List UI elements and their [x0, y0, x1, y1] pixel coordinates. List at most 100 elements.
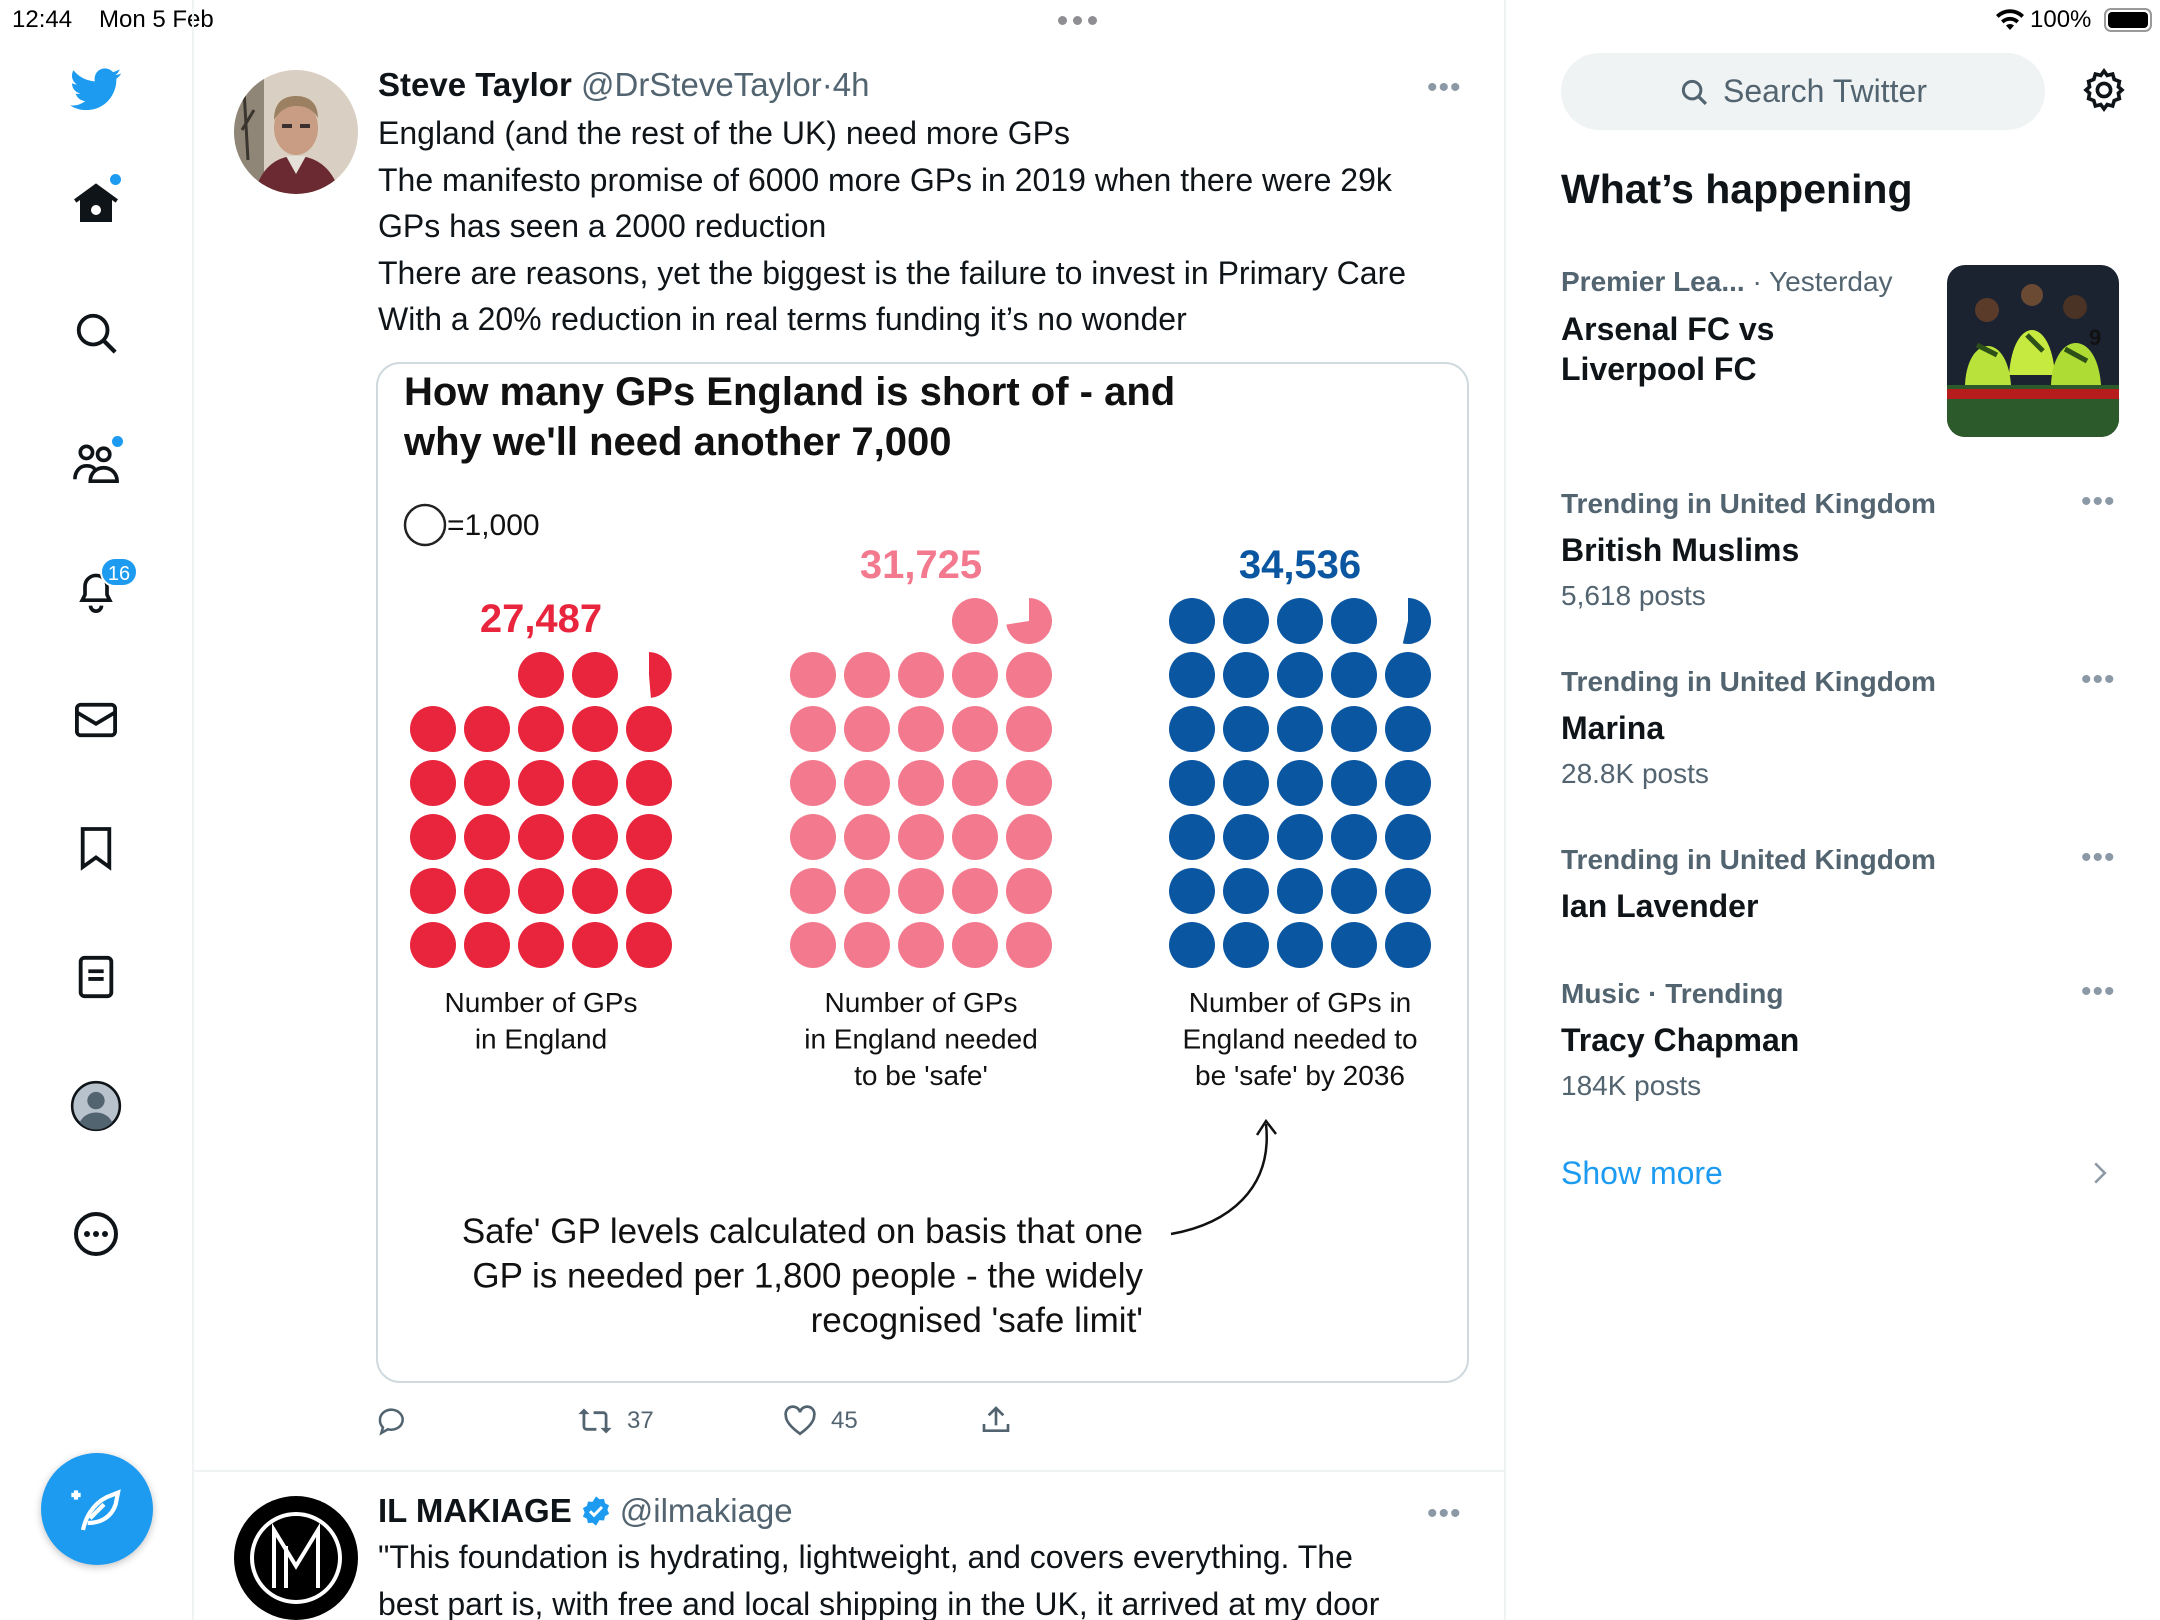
pictogram-dot	[1331, 814, 1377, 860]
pictogram-dot	[572, 868, 618, 914]
author-handle[interactable]: @DrSteveTaylor	[581, 66, 822, 103]
search-icon	[76, 313, 117, 354]
pictogram-dot	[1277, 922, 1323, 968]
pictogram-dot	[898, 922, 944, 968]
nav-profile[interactable]	[66, 1076, 126, 1136]
group-caption: England needed to	[1182, 1024, 1417, 1055]
group-caption: Number of GPs	[825, 987, 1018, 1018]
il-makiage-logo-icon	[250, 1512, 342, 1604]
value-label: 31,725	[860, 543, 982, 587]
twitter-logo-icon[interactable]	[66, 60, 126, 120]
tweet-line: GPs has seen a 2000 reduction	[378, 208, 827, 244]
tweet-text: England (and the rest of the UK) need mo…	[378, 110, 1406, 343]
like-button[interactable]: 45	[783, 1405, 858, 1437]
nav-explore[interactable]	[66, 303, 126, 363]
nav-home[interactable]	[66, 174, 126, 234]
group-caption: to be 'safe'	[854, 1060, 988, 1091]
nav-messages[interactable]	[66, 690, 126, 750]
author-handle[interactable]: @ilmakiage	[620, 1488, 793, 1535]
timeline: Steve Taylor @DrSteveTaylor·4h ••• Engla…	[194, 0, 1506, 1620]
pictogram-dot	[790, 760, 836, 806]
reply-icon	[378, 1408, 404, 1436]
compose-tweet-button[interactable]	[41, 1453, 153, 1565]
retweet-button[interactable]: 37	[577, 1405, 654, 1437]
trend-more-button[interactable]: •••	[2081, 487, 2116, 517]
share-button[interactable]	[980, 1403, 1012, 1437]
author-avatar[interactable]	[234, 70, 358, 194]
nav-notifications[interactable]: 16	[66, 557, 138, 621]
tweet-more-button[interactable]: •••	[1427, 73, 1462, 103]
pictogram-dot	[410, 706, 456, 752]
right-sidebar: Search Twitter What’s happening Premier …	[1506, 0, 2160, 1620]
pictogram-dot	[518, 814, 564, 860]
trend-title-line: Liverpool FC	[1561, 351, 1757, 387]
pictogram-dot	[1223, 706, 1269, 752]
pictogram-dot	[844, 706, 890, 752]
chart-annotation: Safe' GP levels calculated on basis that…	[462, 1212, 1144, 1340]
pictogram-dot	[1277, 868, 1323, 914]
pictogram-dot	[1223, 652, 1269, 698]
pictogram-dot	[1006, 652, 1052, 698]
annotation-arrow	[1170, 1123, 1268, 1236]
pictogram-dot	[898, 706, 944, 752]
pictogram-dot	[572, 814, 618, 860]
author-avatar[interactable]	[234, 1496, 358, 1620]
pictogram-dot	[844, 814, 890, 860]
author-name[interactable]: Steve Taylor	[378, 66, 572, 103]
trend-item[interactable]: Trending in United Kingdom Ian Lavender ••…	[1561, 840, 2124, 990]
tweet-line: With a 20% reduction in real terms fundi…	[378, 301, 1187, 337]
trend-more-button[interactable]: •••	[2081, 665, 2116, 695]
pictogram-dot	[952, 598, 998, 644]
time-separator: ·	[821, 66, 833, 103]
trend-more-button[interactable]: •••	[2081, 843, 2116, 873]
group-caption: be 'safe' by 2036	[1195, 1060, 1405, 1091]
nav-more[interactable]	[66, 1204, 126, 1264]
tweet-time[interactable]: 4h	[833, 66, 870, 103]
author-name[interactable]: IL MAKIAGE	[378, 1488, 572, 1535]
show-more-link[interactable]: Show more	[1561, 1155, 1723, 1192]
unread-dot	[112, 436, 123, 447]
nav-communities[interactable]	[66, 432, 126, 492]
settings-button[interactable]	[2080, 66, 2128, 114]
trend-item[interactable]: Trending in United Kingdom Marina 28.8K po…	[1561, 662, 2124, 812]
trend-count: 28.8K posts	[1561, 758, 1709, 789]
pictogram-dot	[572, 652, 618, 698]
pictogram-dot	[1331, 598, 1377, 644]
pictogram-dot	[1385, 706, 1431, 752]
home-icon	[74, 183, 118, 222]
pictogram-dot	[518, 868, 564, 914]
like-count: 45	[831, 1407, 858, 1434]
trend-more-button[interactable]: •••	[2081, 977, 2116, 1007]
trend-item[interactable]: Trending in United Kingdom British Muslim…	[1561, 484, 2124, 634]
pictogram-dot	[790, 868, 836, 914]
chevron-right-icon	[2094, 1162, 2107, 1184]
verified-badge-icon	[582, 1496, 609, 1526]
pictogram-dot	[1006, 760, 1052, 806]
retweet-count: 37	[627, 1407, 654, 1434]
pictogram-dot	[1169, 868, 1215, 914]
pictogram-dot	[464, 706, 510, 752]
pictogram-dot	[952, 706, 998, 752]
pictogram-dot	[464, 760, 510, 806]
group-caption: Number of GPs	[445, 987, 638, 1018]
trend-item-featured[interactable]: Premier Lea... · Yesterday Arsenal FC vs…	[1561, 262, 2124, 442]
pictogram-dot	[1277, 760, 1323, 806]
nav-bookmarks[interactable]	[66, 818, 126, 878]
pictogram-dot	[1169, 706, 1215, 752]
tweet-media-card[interactable]: How many GPs England is short of - and w…	[376, 362, 1469, 1383]
tweet[interactable]: IL MAKIAGE @ilmakiage ••• "This foundati…	[194, 1474, 1504, 1620]
search-input[interactable]: Search Twitter	[1561, 53, 2045, 130]
nav-lists[interactable]	[66, 947, 126, 1007]
share-icon	[982, 1406, 1010, 1432]
pictogram-partial-dot	[649, 652, 672, 698]
reply-button[interactable]	[376, 1405, 408, 1437]
pictogram-partial-dot	[1006, 598, 1053, 644]
pictogram-dot	[1223, 598, 1269, 644]
pictogram-dot	[1385, 760, 1431, 806]
lists-icon	[78, 955, 114, 999]
tweet[interactable]: Steve Taylor @DrSteveTaylor·4h ••• Engla…	[194, 40, 1504, 1472]
trend-item[interactable]: Music · Trending Tracy Chapman 184K posts •…	[1561, 974, 2124, 1124]
pictogram-dot	[1331, 922, 1377, 968]
pictogram-group: 27,487 Number of GPs in England	[410, 597, 672, 1055]
tweet-more-button[interactable]: •••	[1427, 1499, 1462, 1529]
